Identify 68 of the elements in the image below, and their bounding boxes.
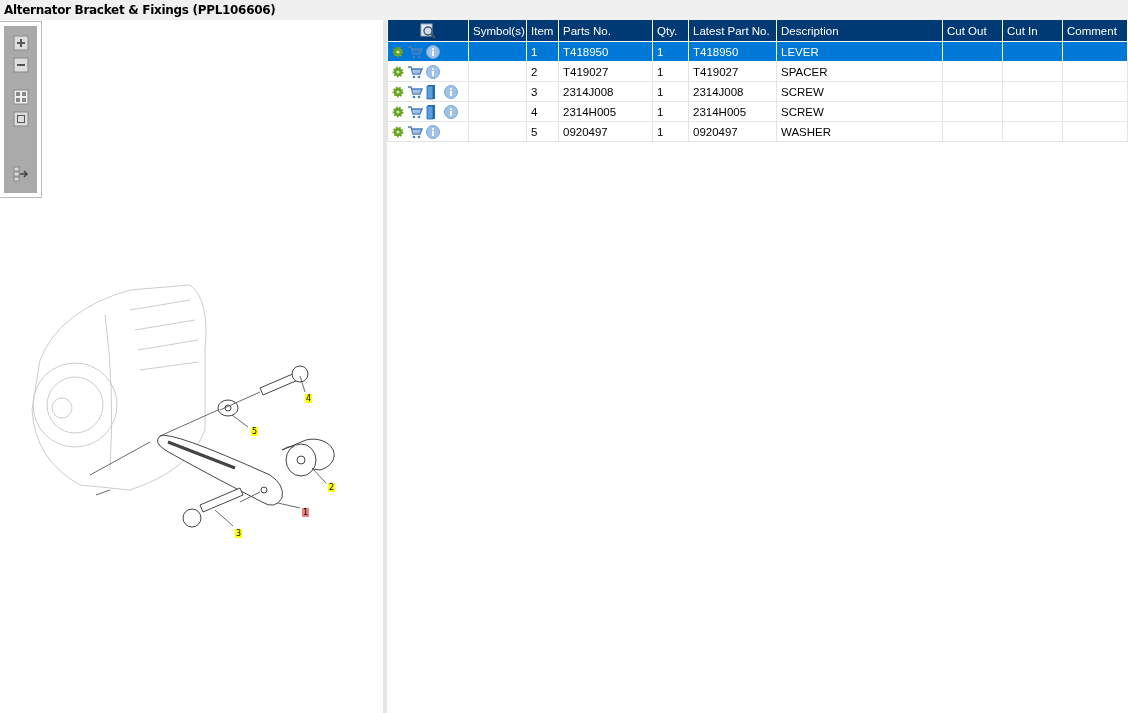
table-cell: SPACER <box>781 65 828 78</box>
table-row[interactable]: 4 2314H005 1 2314H005 SCREW <box>387 101 1128 122</box>
table-cell: 1 <box>657 45 664 58</box>
table-cell: 5 <box>531 125 538 138</box>
column-header[interactable]: Parts No. <box>558 20 653 42</box>
column-header[interactable]: Description <box>776 20 943 42</box>
zoom-out-button[interactable] <box>11 56 30 74</box>
column-header[interactable]: Cut In <box>1002 20 1063 42</box>
table-cell: 4 <box>531 105 538 118</box>
table-cell: T419027 <box>693 65 739 78</box>
info-icon[interactable] <box>426 64 440 79</box>
shopping-cart-icon[interactable] <box>407 64 423 79</box>
table-cell: T418950 <box>563 45 609 58</box>
table-cell: WASHER <box>781 125 832 138</box>
table-cell: 2 <box>531 65 538 78</box>
zoom-in-button[interactable] <box>11 34 30 52</box>
settings-gear-icon[interactable] <box>392 105 404 118</box>
table-cell: 2314J008 <box>693 85 744 98</box>
shopping-cart-icon[interactable] <box>407 124 423 139</box>
table-cell: 1 <box>657 105 664 118</box>
table-row[interactable]: 3 2314J008 1 2314J008 SCREW <box>387 81 1128 102</box>
column-header[interactable]: Comment <box>1062 20 1128 42</box>
shopping-cart-icon[interactable] <box>407 104 423 119</box>
search-icon[interactable] <box>420 22 436 39</box>
table-cell: 1 <box>531 45 538 58</box>
table-cell: T418950 <box>693 45 739 58</box>
table-cell: 2314H005 <box>693 105 747 118</box>
table-cell: 2314J008 <box>563 85 614 98</box>
shopping-cart-icon[interactable] <box>407 84 423 99</box>
document-icon[interactable] <box>426 83 436 100</box>
table-cell: T419027 <box>563 65 609 78</box>
callout-label[interactable]: 5 <box>251 427 259 436</box>
actual-size-button[interactable] <box>11 110 30 128</box>
callout-label[interactable]: 2 <box>328 483 336 492</box>
document-icon[interactable] <box>426 103 436 120</box>
panel-toggle-button[interactable] <box>11 165 30 183</box>
callout-label[interactable]: 3 <box>235 529 243 538</box>
table-cell: SCREW <box>781 105 824 118</box>
column-header[interactable]: Qty. <box>652 20 689 42</box>
settings-gear-icon[interactable] <box>392 45 404 58</box>
callout-label[interactable]: 4 <box>305 394 313 403</box>
table-row[interactable]: 5 0920497 1 0920497 WASHER <box>387 121 1128 142</box>
column-header[interactable] <box>387 20 469 42</box>
table-row[interactable]: 1 T418950 1 T418950 LEVER <box>387 41 1128 62</box>
column-header[interactable]: Symbol(s) <box>468 20 527 42</box>
fit-all-button[interactable] <box>11 88 30 106</box>
table-cell: 2314H005 <box>563 105 617 118</box>
column-header[interactable]: Item <box>526 20 559 42</box>
window-title: Alternator Bracket & Fixings (PPL106606) <box>4 3 276 17</box>
table-cell: 0920497 <box>563 125 608 138</box>
info-icon[interactable] <box>444 84 458 99</box>
table-cell: 1 <box>657 65 664 78</box>
table-cell: 3 <box>531 85 538 98</box>
info-icon[interactable] <box>426 44 440 59</box>
info-icon[interactable] <box>426 124 440 139</box>
column-header[interactable]: Cut Out <box>942 20 1003 42</box>
info-icon[interactable] <box>444 104 458 119</box>
column-header[interactable]: Latest Part No. <box>688 20 777 42</box>
table-row[interactable]: 2 T419027 1 T419027 SPACER <box>387 61 1128 82</box>
callout-label[interactable]: 1 <box>302 508 310 517</box>
table-cell: 1 <box>657 85 664 98</box>
table-cell: LEVER <box>781 45 819 58</box>
settings-gear-icon[interactable] <box>392 85 404 98</box>
settings-gear-icon[interactable] <box>392 125 404 138</box>
table-cell: SCREW <box>781 85 824 98</box>
table-cell: 0920497 <box>693 125 738 138</box>
table-cell: 1 <box>657 125 664 138</box>
settings-gear-icon[interactable] <box>392 65 404 78</box>
